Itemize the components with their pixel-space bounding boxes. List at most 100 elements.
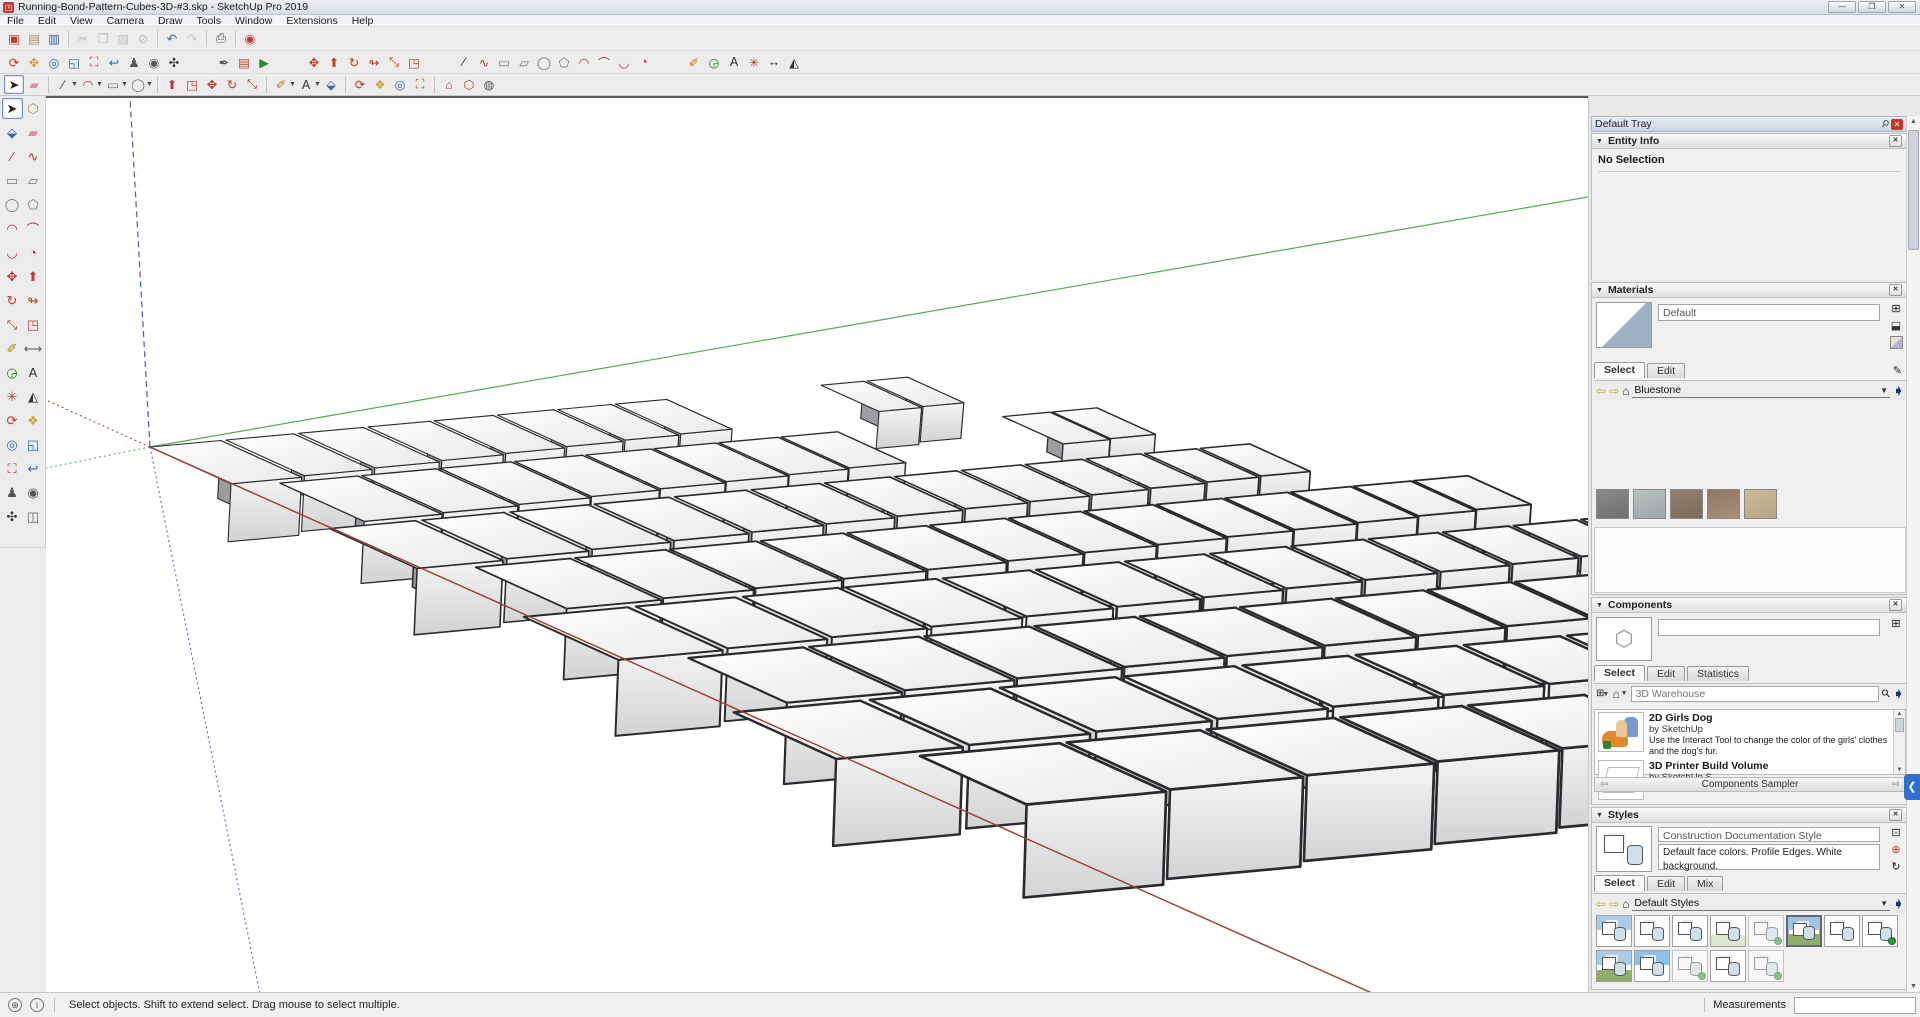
tool-walk[interactable]: ✣ xyxy=(2,506,23,527)
minimize-button[interactable]: — xyxy=(1828,1,1856,13)
next-collection-icon[interactable]: ⇨ xyxy=(1892,779,1900,790)
toolbar-button-dimension[interactable]: ↔ xyxy=(764,53,784,72)
toolbar-button-cut[interactable]: ✂ xyxy=(73,29,93,48)
tool-scale[interactable]: ⤡ xyxy=(2,314,23,335)
toolbar-button-pan[interactable]: ❖ xyxy=(370,75,390,94)
toolbar-button-offset[interactable]: ◳ xyxy=(182,75,202,94)
scroll-up-icon[interactable]: ▲ xyxy=(1907,116,1920,125)
tool-position-camera[interactable]: ♟ xyxy=(2,482,23,503)
toolbar-button-axes[interactable]: ✳ xyxy=(744,53,764,72)
menu-tools[interactable]: Tools xyxy=(189,15,228,27)
toolbar-button-zoom-previous[interactable]: ↩ xyxy=(104,53,124,72)
tool-rectangle[interactable]: ▭ xyxy=(2,170,23,191)
paint-provider-icon[interactable]: ⬓ xyxy=(1891,319,1901,332)
style-thumbnail-5[interactable] xyxy=(1748,915,1784,947)
tool-two-point-arc[interactable]: ⌒ xyxy=(23,218,44,239)
styles-collection-dropdown[interactable]: Default Styles▼ xyxy=(1632,896,1890,911)
toolbar-button-text[interactable]: A xyxy=(296,75,316,94)
forward-arrow-icon[interactable]: ⇨ xyxy=(1609,897,1619,911)
materials-tab-select[interactable]: Select xyxy=(1594,362,1645,378)
style-thumbnail-1[interactable] xyxy=(1596,915,1632,947)
tool-push-pull[interactable]: ⬆ xyxy=(23,266,44,287)
restore-button[interactable]: ❐ xyxy=(1858,1,1886,13)
scroll-down-icon[interactable]: ▼ xyxy=(1907,983,1920,990)
toolbar-button-circle[interactable]: ◯ xyxy=(128,75,148,94)
toolbar-button-3d-warehouse[interactable]: ⌂ xyxy=(439,75,459,94)
toolbar-button-move[interactable]: ✥ xyxy=(304,53,324,72)
secondary-pane-icon[interactable]: ➧ xyxy=(1893,383,1904,399)
component-result-item[interactable]: 2D Girls Dog by SketchUp Use the Interac… xyxy=(1595,710,1905,758)
components-tab-select[interactable]: Select xyxy=(1594,665,1645,681)
menu-window[interactable]: Window xyxy=(228,15,279,27)
back-arrow-icon[interactable]: ⇦ xyxy=(1596,384,1606,398)
styles-header[interactable]: ▼ Styles ✕ xyxy=(1592,808,1906,823)
components-scrollbar[interactable]: ▲▼ xyxy=(1893,710,1905,774)
prev-collection-icon[interactable]: ⇦ xyxy=(1600,779,1608,790)
tool-follow-me[interactable]: ↬ xyxy=(23,290,44,311)
toolbar-button-text[interactable]: A xyxy=(724,53,744,72)
style-thumbnail-13[interactable] xyxy=(1748,950,1784,982)
toolbar-button-erase[interactable]: ⊘ xyxy=(133,29,153,48)
toolbar-button-zoom-window[interactable]: ◱ xyxy=(64,53,84,72)
tool-offset[interactable]: ◳ xyxy=(23,314,44,335)
toolbar-button-scale[interactable]: ⤡ xyxy=(242,75,262,94)
toolbar-button-print[interactable]: ⎙ xyxy=(211,29,231,48)
tray-collapse-icon[interactable]: ❮ xyxy=(1904,774,1920,800)
toolbar-button-move[interactable]: ✥ xyxy=(202,75,222,94)
tool-select[interactable]: ➤ xyxy=(2,98,23,119)
toolbar-button-arc[interactable]: ◠ xyxy=(574,53,594,72)
material-name-field[interactable] xyxy=(1658,304,1880,321)
toolbar-button-rectangle[interactable]: ▭ xyxy=(103,75,123,94)
style-thumbnail-8[interactable] xyxy=(1862,915,1898,947)
toolbar-button-circle[interactable]: ◯ xyxy=(534,53,554,72)
toolbar-button-tape-measure[interactable]: ✐ xyxy=(684,53,704,72)
in-model-icon[interactable]: ⌂ xyxy=(1612,687,1619,701)
tool-move[interactable]: ✥ xyxy=(2,266,23,287)
tool-rotate[interactable]: ↻ xyxy=(2,290,23,311)
toolbar-button-walk[interactable]: ✣ xyxy=(164,53,184,72)
toolbar-button-paste[interactable]: ▨ xyxy=(113,29,133,48)
sample-swatch-icon[interactable] xyxy=(1890,336,1903,349)
toolbar-button-pie[interactable]: ◔ xyxy=(634,53,654,72)
toolbar-button-two-point-arc[interactable]: ⌒ xyxy=(594,53,614,72)
geolocation-icon[interactable]: ⊕ xyxy=(8,998,22,1012)
tool-zoom[interactable]: ◎ xyxy=(2,434,23,455)
materials-tab-edit[interactable]: Edit xyxy=(1647,363,1685,378)
style-thumbnail-12[interactable] xyxy=(1710,950,1746,982)
display-style-icon[interactable]: ⊡ xyxy=(1891,826,1900,839)
in-model-icon[interactable]: ⌂ xyxy=(1622,897,1629,911)
tool-zoom-window[interactable]: ◱ xyxy=(23,434,44,455)
tool-polygon[interactable]: ⬠ xyxy=(23,194,44,215)
toolbar-button-zoom[interactable]: ◎ xyxy=(44,53,64,72)
tray-scrollbar[interactable]: ▲ ▼ xyxy=(1906,116,1920,992)
toolbar-button-push-pull[interactable]: ⬆ xyxy=(162,75,182,94)
toolbar-button-offset[interactable]: ◳ xyxy=(404,53,424,72)
toolbar-button-protractor[interactable]: ◶ xyxy=(704,53,724,72)
tool-look-around[interactable]: ◉ xyxy=(23,482,44,503)
style-thumbnail-6[interactable] xyxy=(1786,915,1822,947)
toolbar-button-extension-warehouse[interactable]: ⬡ xyxy=(459,75,479,94)
menu-help[interactable]: Help xyxy=(345,15,381,27)
measurements-input[interactable] xyxy=(1794,997,1916,1014)
style-thumbnail-11[interactable] xyxy=(1672,950,1708,982)
tool-dimension[interactable]: ⟷ xyxy=(23,338,44,359)
scroll-thumb[interactable] xyxy=(1908,130,1919,250)
toolbar-button-freehand[interactable]: ∿ xyxy=(474,53,494,72)
toolbar-button-zoom-extents[interactable]: ⛶ xyxy=(410,75,430,94)
style-thumbnail-7[interactable] xyxy=(1824,915,1860,947)
toolbar-button-orbit[interactable]: ⟳ xyxy=(4,53,24,72)
toolbar-button-eraser[interactable]: ▰ xyxy=(24,75,44,94)
style-thumbnail-9[interactable] xyxy=(1596,950,1632,982)
toolbar-button-paint-bucket[interactable]: ⬙ xyxy=(321,75,341,94)
tool-three-d-text[interactable]: ◭ xyxy=(23,386,44,407)
create-material-icon[interactable]: ⊞ xyxy=(1891,302,1900,315)
toolbar-button-copy[interactable]: ❐ xyxy=(93,29,113,48)
tray-title-bar[interactable]: Default Tray ⚲ ✕ xyxy=(1591,116,1907,132)
chevron-down-icon[interactable]: ▼ xyxy=(121,81,128,88)
create-style-icon[interactable]: ⊕ xyxy=(1891,843,1900,856)
material-swatch-bluestone-tan[interactable] xyxy=(1744,489,1777,519)
tray-close-button[interactable]: ✕ xyxy=(1891,119,1903,130)
tool-pie[interactable]: ◔ xyxy=(23,242,44,263)
toolbar-button-report[interactable]: ▤ xyxy=(234,53,254,72)
component-name-field[interactable] xyxy=(1658,619,1880,636)
